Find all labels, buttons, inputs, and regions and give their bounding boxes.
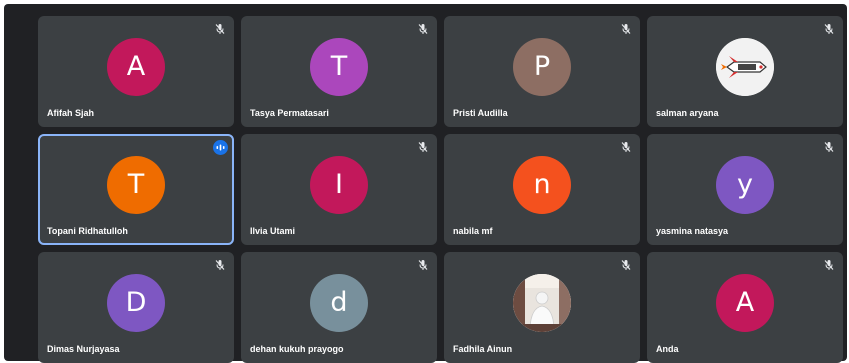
participant-tile[interactable]: n nabila mf bbox=[444, 134, 640, 245]
meeting-window: A Afifah Sjah T Tasya Permatasari P Pris… bbox=[4, 4, 847, 363]
avatar: d bbox=[310, 273, 368, 332]
mic-off-icon bbox=[621, 142, 631, 152]
mic-off-icon bbox=[824, 24, 834, 34]
participant-name: nabila mf bbox=[453, 226, 493, 236]
participant-name: salman aryana bbox=[656, 108, 719, 118]
mic-off-icon bbox=[418, 24, 428, 34]
avatar: T bbox=[107, 155, 165, 214]
participant-name: Topani Ridhatulloh bbox=[47, 226, 128, 236]
avatar bbox=[513, 273, 571, 332]
participant-tile[interactable]: Fadhila Ainun bbox=[444, 252, 640, 363]
avatar: D bbox=[107, 273, 165, 332]
speaking-indicator-icon bbox=[213, 140, 228, 155]
mic-off-icon bbox=[621, 260, 631, 270]
participant-name: Anda bbox=[656, 344, 679, 354]
avatar: I bbox=[310, 155, 368, 214]
participant-tile-self[interactable]: A Anda bbox=[647, 252, 843, 363]
participant-name: Ilvia Utami bbox=[250, 226, 296, 236]
participant-name: Pristi Audilla bbox=[453, 108, 508, 118]
participant-name: Fadhila Ainun bbox=[453, 344, 513, 354]
rocket-logo-icon bbox=[716, 37, 774, 96]
mic-off-icon bbox=[215, 24, 225, 34]
participant-tile[interactable]: d dehan kukuh prayogo bbox=[241, 252, 437, 363]
participant-name: Dimas Nurjayasa bbox=[47, 344, 120, 354]
person-photo-icon bbox=[513, 273, 571, 332]
participant-name: Afifah Sjah bbox=[47, 108, 95, 118]
participant-tile[interactable]: D Dimas Nurjayasa bbox=[38, 252, 234, 363]
participant-tile[interactable]: T Tasya Permatasari bbox=[241, 16, 437, 127]
avatar: y bbox=[716, 155, 774, 214]
participant-name: yasmina natasya bbox=[656, 226, 729, 236]
avatar: T bbox=[310, 37, 368, 96]
mic-off-icon bbox=[824, 142, 834, 152]
mic-off-icon bbox=[621, 24, 631, 34]
participant-tile[interactable]: I Ilvia Utami bbox=[241, 134, 437, 245]
avatar: A bbox=[107, 37, 165, 96]
screen: A Afifah Sjah T Tasya Permatasari P Pris… bbox=[0, 0, 849, 363]
participant-grid: A Afifah Sjah T Tasya Permatasari P Pris… bbox=[38, 16, 844, 363]
mic-off-icon bbox=[824, 260, 834, 270]
avatar: P bbox=[513, 37, 571, 96]
participant-tile[interactable]: y yasmina natasya bbox=[647, 134, 843, 245]
avatar: A bbox=[716, 273, 774, 332]
mic-off-icon bbox=[215, 260, 225, 270]
participant-tile[interactable]: salman aryana bbox=[647, 16, 843, 127]
avatar: n bbox=[513, 155, 571, 214]
participant-tile[interactable]: A Afifah Sjah bbox=[38, 16, 234, 127]
mic-off-icon bbox=[418, 260, 428, 270]
mic-off-icon bbox=[418, 142, 428, 152]
participant-tile[interactable]: P Pristi Audilla bbox=[444, 16, 640, 127]
participant-tile-active[interactable]: T Topani Ridhatulloh bbox=[38, 134, 234, 245]
participant-name: dehan kukuh prayogo bbox=[250, 344, 344, 354]
avatar bbox=[716, 37, 774, 96]
participant-name: Tasya Permatasari bbox=[250, 108, 329, 118]
